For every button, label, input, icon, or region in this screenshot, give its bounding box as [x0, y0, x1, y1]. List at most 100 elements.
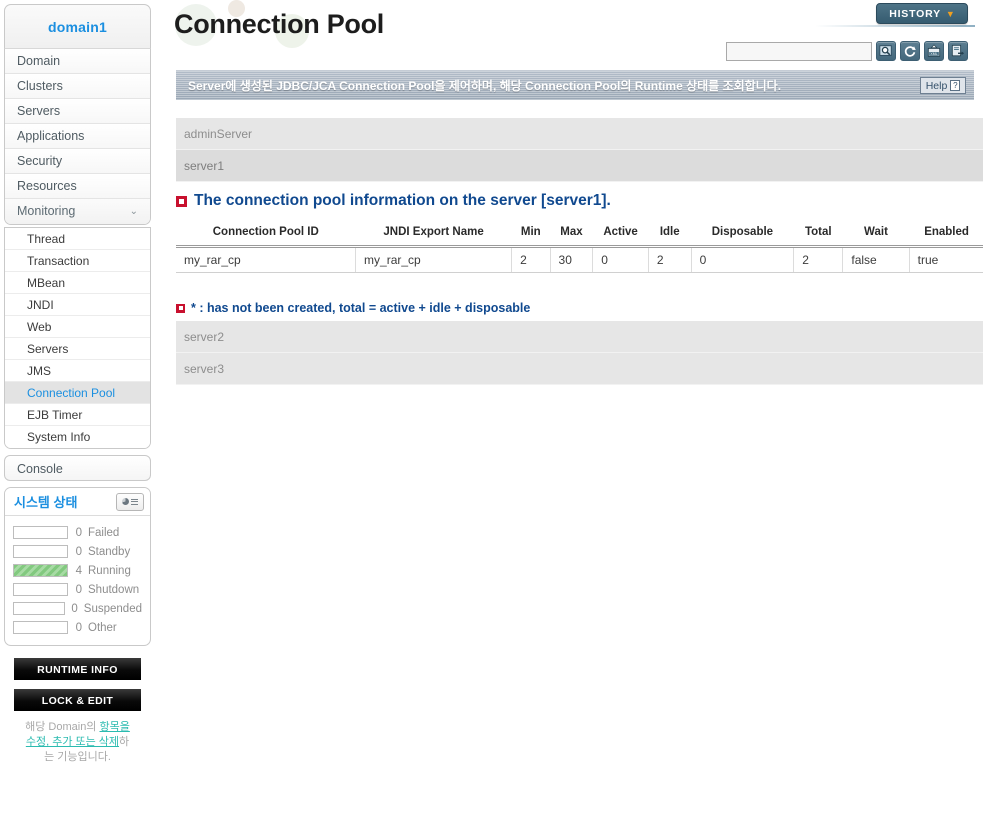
server-row[interactable]: adminServer	[176, 118, 983, 150]
column-header[interactable]: Disposable	[691, 220, 794, 248]
server-row[interactable]: server3	[176, 353, 983, 385]
svg-text:XML: XML	[930, 52, 937, 56]
refresh-icon[interactable]	[900, 41, 920, 61]
status-count: 4	[75, 564, 82, 577]
table-cell: true	[909, 246, 983, 273]
status-bar-other	[13, 621, 68, 634]
server-row[interactable]: server1	[176, 150, 983, 182]
chevron-down-icon: ▼	[945, 8, 955, 19]
system-status-panel: 시스템 상태 0 Failed 0 Standby 4 Running 0 Shutdown 0…	[4, 487, 151, 646]
sidebar-item-jndi[interactable]: JNDI	[5, 294, 150, 316]
column-header[interactable]: Connection Pool ID	[176, 220, 356, 248]
status-bar-suspended	[13, 602, 65, 615]
table-row[interactable]: my_rar_cp my_rar_cp 2 30 0 2 0 2 false true	[176, 246, 983, 273]
column-header[interactable]: Min	[511, 220, 551, 248]
column-header[interactable]: Wait	[842, 220, 910, 248]
monitor-chart-icon[interactable]	[116, 492, 144, 511]
sidebar-item-monitoring[interactable]: Monitoring ⌄	[5, 199, 150, 224]
sidebar-item-resources[interactable]: Resources	[5, 174, 150, 199]
column-header[interactable]: Enabled	[909, 220, 983, 248]
sidebar-item-web[interactable]: Web	[5, 316, 150, 338]
help-button[interactable]: Help ?	[920, 77, 966, 94]
status-bar-standby	[13, 545, 68, 558]
sidebar-item-connection-pool[interactable]: Connection Pool	[5, 382, 150, 404]
sidebar-actions: RUNTIME INFO LOCK & EDIT 해당 Domain의 항목을 …	[4, 658, 151, 765]
table-cell: 2	[648, 246, 692, 273]
sidebar-item-system-info[interactable]: System Info	[5, 426, 150, 448]
status-bar-fill	[14, 565, 67, 576]
sidebar-item-label: Servers	[17, 104, 61, 118]
console-label: Console	[17, 462, 63, 476]
sidebar-item-console[interactable]: Console	[4, 455, 151, 481]
system-status-row: 0 Suspended	[13, 599, 142, 618]
system-status-row: 0 Standby	[13, 542, 142, 561]
server-name: server2	[184, 330, 225, 344]
note-text: * : has not been created, total = active…	[191, 301, 531, 315]
chevron-down-icon: ⌄	[129, 206, 138, 217]
column-header[interactable]: JNDI Export Name	[355, 220, 512, 248]
sidebar-item-label: Servers	[27, 342, 69, 356]
lock-and-edit-button[interactable]: LOCK & EDIT	[14, 689, 141, 711]
sidebar-item-label: System Info	[27, 430, 91, 444]
table-note: * : has not been created, total = active…	[176, 301, 530, 315]
hint-prefix: 해당 Domain의	[25, 721, 100, 733]
domain-label: domain1	[48, 18, 107, 35]
search-input[interactable]	[726, 41, 872, 61]
sidebar-item-applications[interactable]: Applications	[5, 124, 150, 149]
sidebar-hint: 해당 Domain의 항목을 수정, 추가 또는 삭제하는 기능입니다.	[14, 720, 141, 765]
server-row[interactable]: server2	[176, 321, 983, 353]
sidebar-item-domain[interactable]: Domain	[5, 49, 150, 74]
runtime-info-button[interactable]: RUNTIME INFO	[14, 658, 141, 680]
search-toolbar: XML	[726, 41, 968, 61]
export-xml-icon[interactable]: XML	[924, 41, 944, 61]
history-button[interactable]: HISTORY ▼	[876, 3, 968, 24]
table-cell: false	[842, 246, 910, 273]
sidebar-item-clusters[interactable]: Clusters	[5, 74, 150, 99]
sidebar-item-thread[interactable]: Thread	[5, 228, 150, 250]
system-status-row: 0 Failed	[13, 523, 142, 542]
table-head: Connection Pool ID JNDI Export Name Min Max…	[176, 220, 983, 248]
sidebar-item-label: Connection Pool	[27, 386, 116, 400]
sidebar-item-label: MBean	[27, 276, 66, 290]
status-label: Suspended	[83, 602, 142, 615]
title-area: Connection Pool HISTORY ▼ XML	[165, 0, 983, 61]
server-name: server3	[184, 362, 225, 376]
status-label: Shutdown	[88, 583, 140, 596]
table-cell: 2	[511, 246, 551, 273]
server-list-top: adminServer server1	[176, 118, 983, 182]
sidebar: domain1 Domain Clusters Servers Application…	[4, 4, 151, 811]
history-underline	[815, 25, 975, 27]
sidebar-item-label: Clusters	[17, 79, 63, 93]
server-name: server1	[184, 159, 225, 173]
system-status-header: 시스템 상태	[5, 488, 150, 516]
status-count: 0	[75, 621, 82, 634]
sidebar-item-servers[interactable]: Servers	[5, 338, 150, 360]
sidebar-item-label: JMS	[27, 364, 51, 378]
bullet-square-icon	[176, 303, 185, 313]
search-icon[interactable]	[876, 41, 896, 61]
server-list-bottom: server2 server3	[176, 321, 983, 385]
page-root: domain1 Domain Clusters Servers Application…	[0, 0, 983, 815]
column-header[interactable]: Active	[592, 220, 649, 248]
sidebar-item-label: Domain	[17, 54, 61, 68]
sidebar-item-transaction[interactable]: Transaction	[5, 250, 150, 272]
column-header[interactable]: Max	[550, 220, 593, 248]
table-header-row: Connection Pool ID JNDI Export Name Min Max…	[176, 220, 983, 248]
description-text: Server에 생성된 JDBC/JCA Connection Pool을 제어…	[188, 79, 782, 93]
sidebar-item-security[interactable]: Security	[5, 149, 150, 174]
status-label: Standby	[88, 545, 131, 558]
column-header[interactable]: Total	[793, 220, 843, 248]
sidebar-item-mbean[interactable]: MBean	[5, 272, 150, 294]
sidebar-item-label: EJB Timer	[27, 408, 83, 422]
domain-card[interactable]: domain1	[4, 4, 151, 48]
sidebar-item-ejb-timer[interactable]: EJB Timer	[5, 404, 150, 426]
sidebar-item-servers[interactable]: Servers	[5, 99, 150, 124]
bullet-square-icon	[176, 195, 187, 207]
table-cell: 0	[691, 246, 795, 273]
column-header[interactable]: Idle	[648, 220, 692, 248]
sidebar-item-label: Security	[17, 154, 63, 168]
status-bar-running	[13, 564, 68, 577]
export-data-icon[interactable]	[948, 41, 968, 61]
sidebar-item-jms[interactable]: JMS	[5, 360, 150, 382]
system-status-row: 0 Other	[13, 618, 142, 637]
